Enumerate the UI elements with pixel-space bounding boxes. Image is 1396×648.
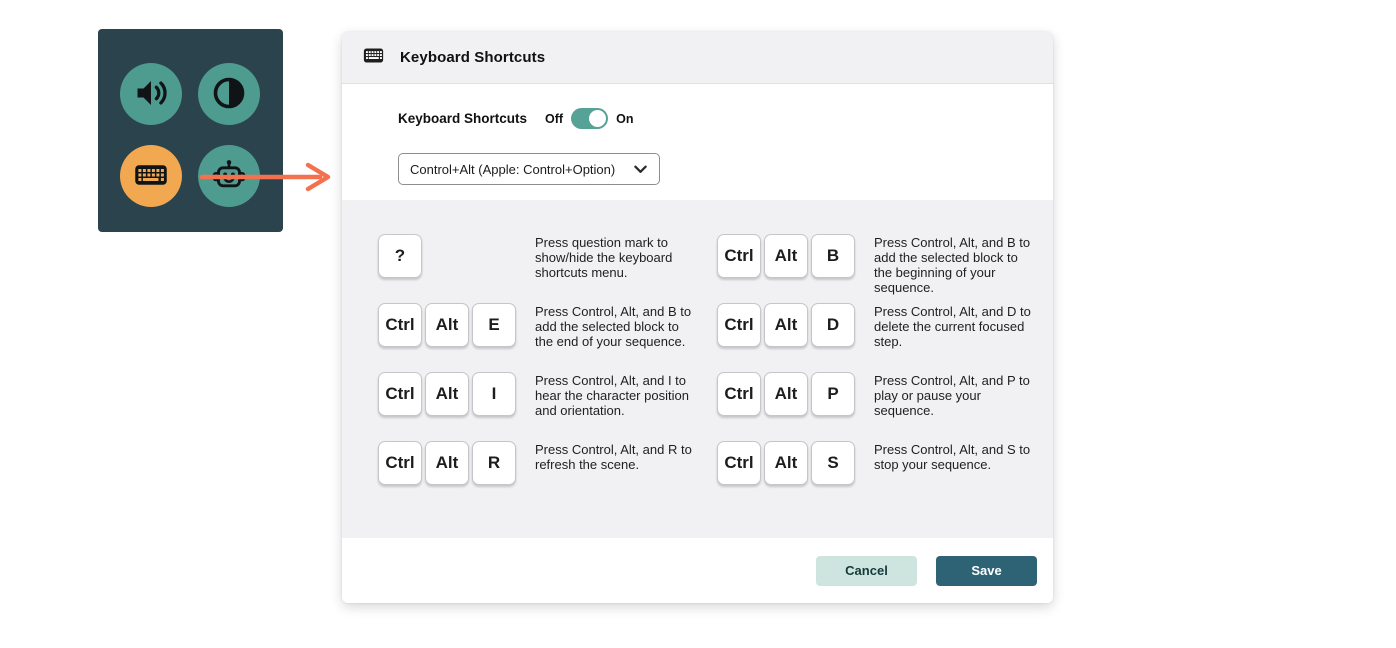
- accessibility-panel: [98, 29, 283, 232]
- key-cap: Ctrl: [378, 441, 422, 485]
- key-cap: Alt: [425, 303, 469, 347]
- key-cap: ?: [378, 234, 422, 278]
- shortcuts-grid: ? Press question mark to show/hide the k…: [378, 234, 1053, 510]
- toggle-label: Keyboard Shortcuts: [398, 111, 527, 126]
- key-group: Ctrl Alt R: [378, 441, 516, 485]
- key-group: Ctrl Alt S: [717, 441, 855, 485]
- shortcut-description: Press Control, Alt, and B to add the sel…: [535, 303, 697, 349]
- key-cap: Ctrl: [717, 234, 761, 278]
- save-button[interactable]: Save: [936, 556, 1037, 586]
- shortcut-description: Press Control, Alt, and D to delete the …: [874, 303, 1036, 349]
- shortcut-item: Ctrl Alt R Press Control, Alt, and R to …: [378, 441, 717, 510]
- key-group: Ctrl Alt I: [378, 372, 516, 416]
- key-cap: Ctrl: [717, 303, 761, 347]
- key-cap: P: [811, 372, 855, 416]
- key-cap: Alt: [764, 372, 808, 416]
- screen: Keyboard Shortcuts Keyboard Shortcuts Of…: [0, 0, 1396, 648]
- key-cap: Alt: [764, 441, 808, 485]
- shortcut-description: Press Control, Alt, and P to play or pau…: [874, 372, 1036, 418]
- volume-icon: [133, 75, 169, 114]
- key-cap: I: [472, 372, 516, 416]
- contrast-button[interactable]: [198, 63, 260, 125]
- keyboard-shortcuts-modal: Keyboard Shortcuts Keyboard Shortcuts Of…: [342, 32, 1053, 603]
- key-cap: E: [472, 303, 516, 347]
- key-group: Ctrl Alt B: [717, 234, 855, 278]
- key-cap: S: [811, 441, 855, 485]
- keyboard-button[interactable]: [120, 145, 182, 207]
- key-cap: Ctrl: [717, 372, 761, 416]
- chevron-down-icon: [626, 162, 647, 177]
- contrast-icon: [211, 75, 247, 114]
- shortcut-description: Press Control, Alt, and B to add the sel…: [874, 234, 1036, 295]
- toggle-row: Keyboard Shortcuts Off On: [398, 108, 1053, 129]
- key-group: Ctrl Alt P: [717, 372, 855, 416]
- key-cap: Ctrl: [378, 372, 422, 416]
- shortcut-description: Press Control, Alt, and I to hear the ch…: [535, 372, 697, 418]
- modifier-key-dropdown[interactable]: Control+Alt (Apple: Control+Option): [398, 153, 660, 185]
- volume-button[interactable]: [120, 63, 182, 125]
- shortcut-item: Ctrl Alt E Press Control, Alt, and B to …: [378, 303, 717, 372]
- key-cap: R: [472, 441, 516, 485]
- shortcut-description: Press Control, Alt, and R to refresh the…: [535, 441, 697, 472]
- shortcut-item: Ctrl Alt I Press Control, Alt, and I to …: [378, 372, 717, 441]
- shortcut-item: Ctrl Alt S Press Control, Alt, and S to …: [717, 441, 1053, 510]
- shortcut-item: Ctrl Alt B Press Control, Alt, and B to …: [717, 234, 1053, 303]
- key-cap: D: [811, 303, 855, 347]
- shortcut-item: Ctrl Alt D Press Control, Alt, and D to …: [717, 303, 1053, 372]
- dropdown-value: Control+Alt (Apple: Control+Option): [410, 162, 615, 177]
- toggle-knob: [589, 110, 606, 127]
- shortcut-description: Press question mark to show/hide the key…: [535, 234, 697, 280]
- pointer-arrow-icon: [196, 158, 341, 196]
- keyboard-shortcuts-toggle[interactable]: [571, 108, 608, 129]
- key-group: Ctrl Alt D: [717, 303, 855, 347]
- toggle-on-label: On: [616, 112, 633, 126]
- key-group: ?: [378, 234, 516, 278]
- shortcut-description: Press Control, Alt, and S to stop your s…: [874, 441, 1036, 472]
- cancel-button[interactable]: Cancel: [816, 556, 917, 586]
- modal-controls: Keyboard Shortcuts Off On Control+Alt (A…: [342, 84, 1053, 200]
- toggle-off-label: Off: [545, 112, 563, 126]
- key-group: Ctrl Alt E: [378, 303, 516, 347]
- key-cap: B: [811, 234, 855, 278]
- key-cap: Ctrl: [378, 303, 422, 347]
- shortcuts-section: ? Press question mark to show/hide the k…: [342, 200, 1053, 538]
- modal-header: Keyboard Shortcuts: [342, 32, 1053, 84]
- key-cap: Ctrl: [717, 441, 761, 485]
- key-cap: Alt: [764, 234, 808, 278]
- modal-title: Keyboard Shortcuts: [400, 49, 545, 66]
- keyboard-icon: [360, 45, 387, 71]
- key-cap: Alt: [764, 303, 808, 347]
- modal-footer: Cancel Save: [342, 538, 1053, 603]
- key-cap: Alt: [425, 372, 469, 416]
- shortcut-item: ? Press question mark to show/hide the k…: [378, 234, 717, 303]
- key-cap: Alt: [425, 441, 469, 485]
- keyboard-icon: [133, 157, 169, 196]
- shortcut-item: Ctrl Alt P Press Control, Alt, and P to …: [717, 372, 1053, 441]
